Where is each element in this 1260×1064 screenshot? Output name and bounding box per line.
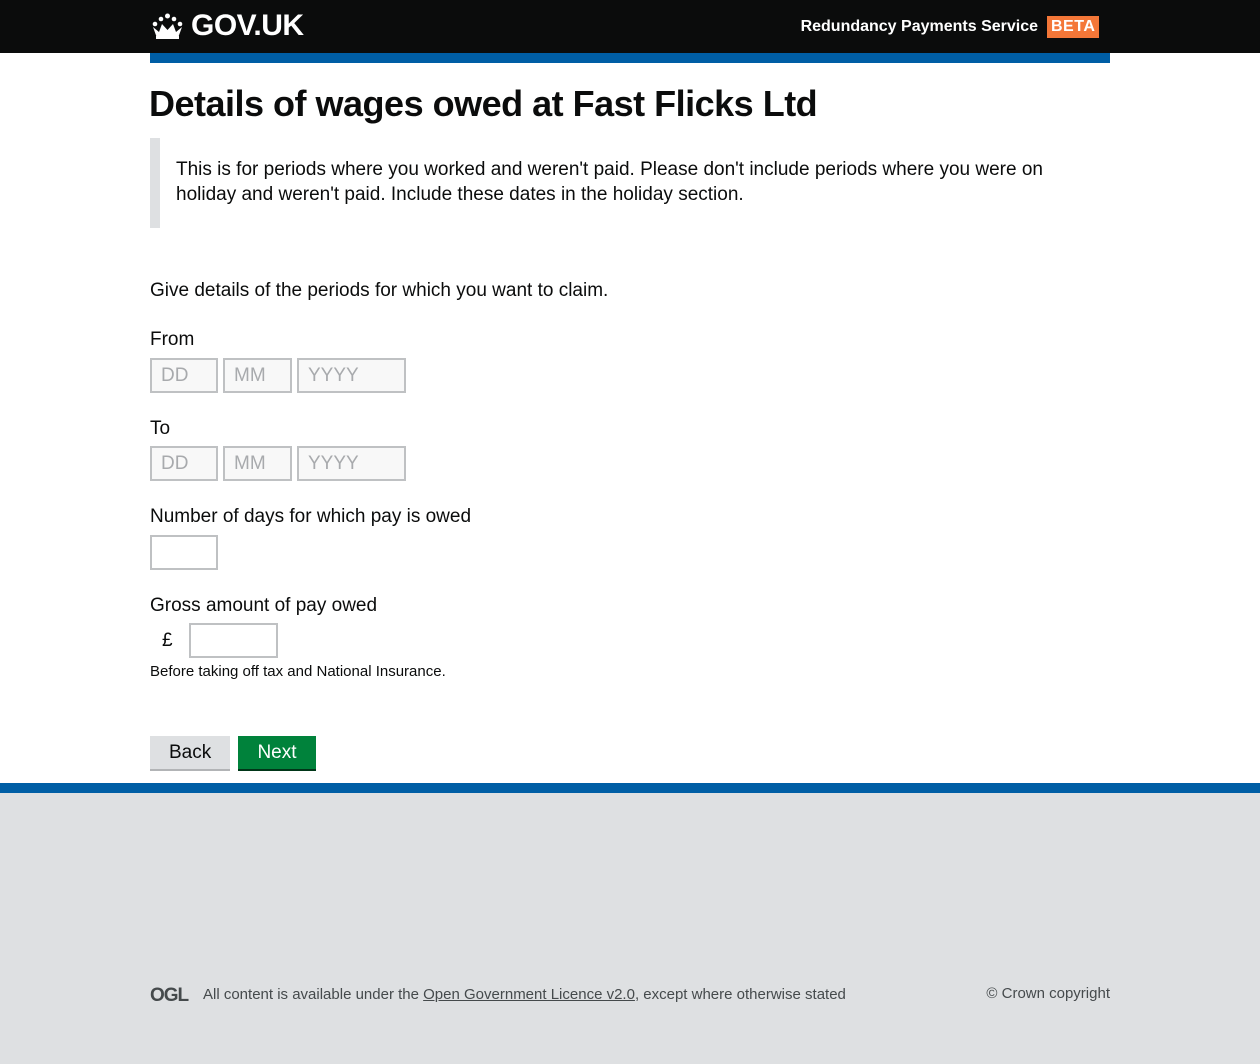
gross-amount-input[interactable] bbox=[189, 623, 278, 658]
from-date-group bbox=[150, 358, 406, 393]
licence-suffix: , except where otherwise stated bbox=[634, 985, 846, 1003]
logo-text: GOV.UK bbox=[191, 9, 304, 42]
govuk-logo-link[interactable]: GOV.UK bbox=[150, 10, 304, 42]
intro-text: Give details of the periods for which yo… bbox=[150, 280, 609, 301]
to-year-input[interactable] bbox=[297, 446, 406, 481]
from-day-input[interactable] bbox=[150, 358, 218, 393]
phase-tag: BETA bbox=[1047, 16, 1100, 38]
licence-link[interactable]: Open Government Licence v2.0 bbox=[423, 986, 635, 1003]
footer-licence: OGL All content is available under the O… bbox=[150, 985, 1110, 1003]
ogl-logo-icon: OGL bbox=[150, 985, 191, 1003]
crown-copyright-link[interactable]: © Crown copyright bbox=[986, 985, 1110, 1002]
to-day-input[interactable] bbox=[150, 446, 218, 481]
gross-amount-label: Gross amount of pay owed bbox=[150, 595, 378, 616]
from-month-input[interactable] bbox=[223, 358, 292, 393]
to-date-group bbox=[150, 446, 406, 481]
licence-prefix: All content is available under the bbox=[203, 985, 424, 1003]
to-date-label: To bbox=[150, 418, 171, 439]
service-name[interactable]: Redundancy Payments Service bbox=[801, 17, 1038, 37]
days-owed-input[interactable] bbox=[150, 535, 218, 570]
inset-text: This is for periods where you worked and… bbox=[150, 138, 1090, 228]
header-blue-bar bbox=[150, 53, 1110, 63]
to-month-input[interactable] bbox=[223, 446, 292, 481]
currency-symbol: £ bbox=[162, 630, 173, 651]
next-button[interactable]: Next bbox=[238, 736, 316, 769]
from-year-input[interactable] bbox=[297, 358, 406, 393]
licence-text: All content is available under the Open … bbox=[203, 986, 846, 1003]
from-date-label: From bbox=[150, 329, 195, 350]
page-title: Details of wages owed at Fast Flicks Ltd bbox=[149, 83, 818, 124]
svg-text:OGL: OGL bbox=[150, 985, 190, 1003]
crown-icon bbox=[152, 13, 183, 39]
back-button[interactable]: Back bbox=[150, 736, 230, 769]
days-owed-label: Number of days for which pay is owed bbox=[150, 506, 472, 527]
site-header: GOV.UK Redundancy Payments Service BETA bbox=[0, 0, 1260, 53]
site-footer: OGL All content is available under the O… bbox=[0, 783, 1260, 1064]
gross-amount-hint: Before taking off tax and National Insur… bbox=[150, 663, 446, 680]
